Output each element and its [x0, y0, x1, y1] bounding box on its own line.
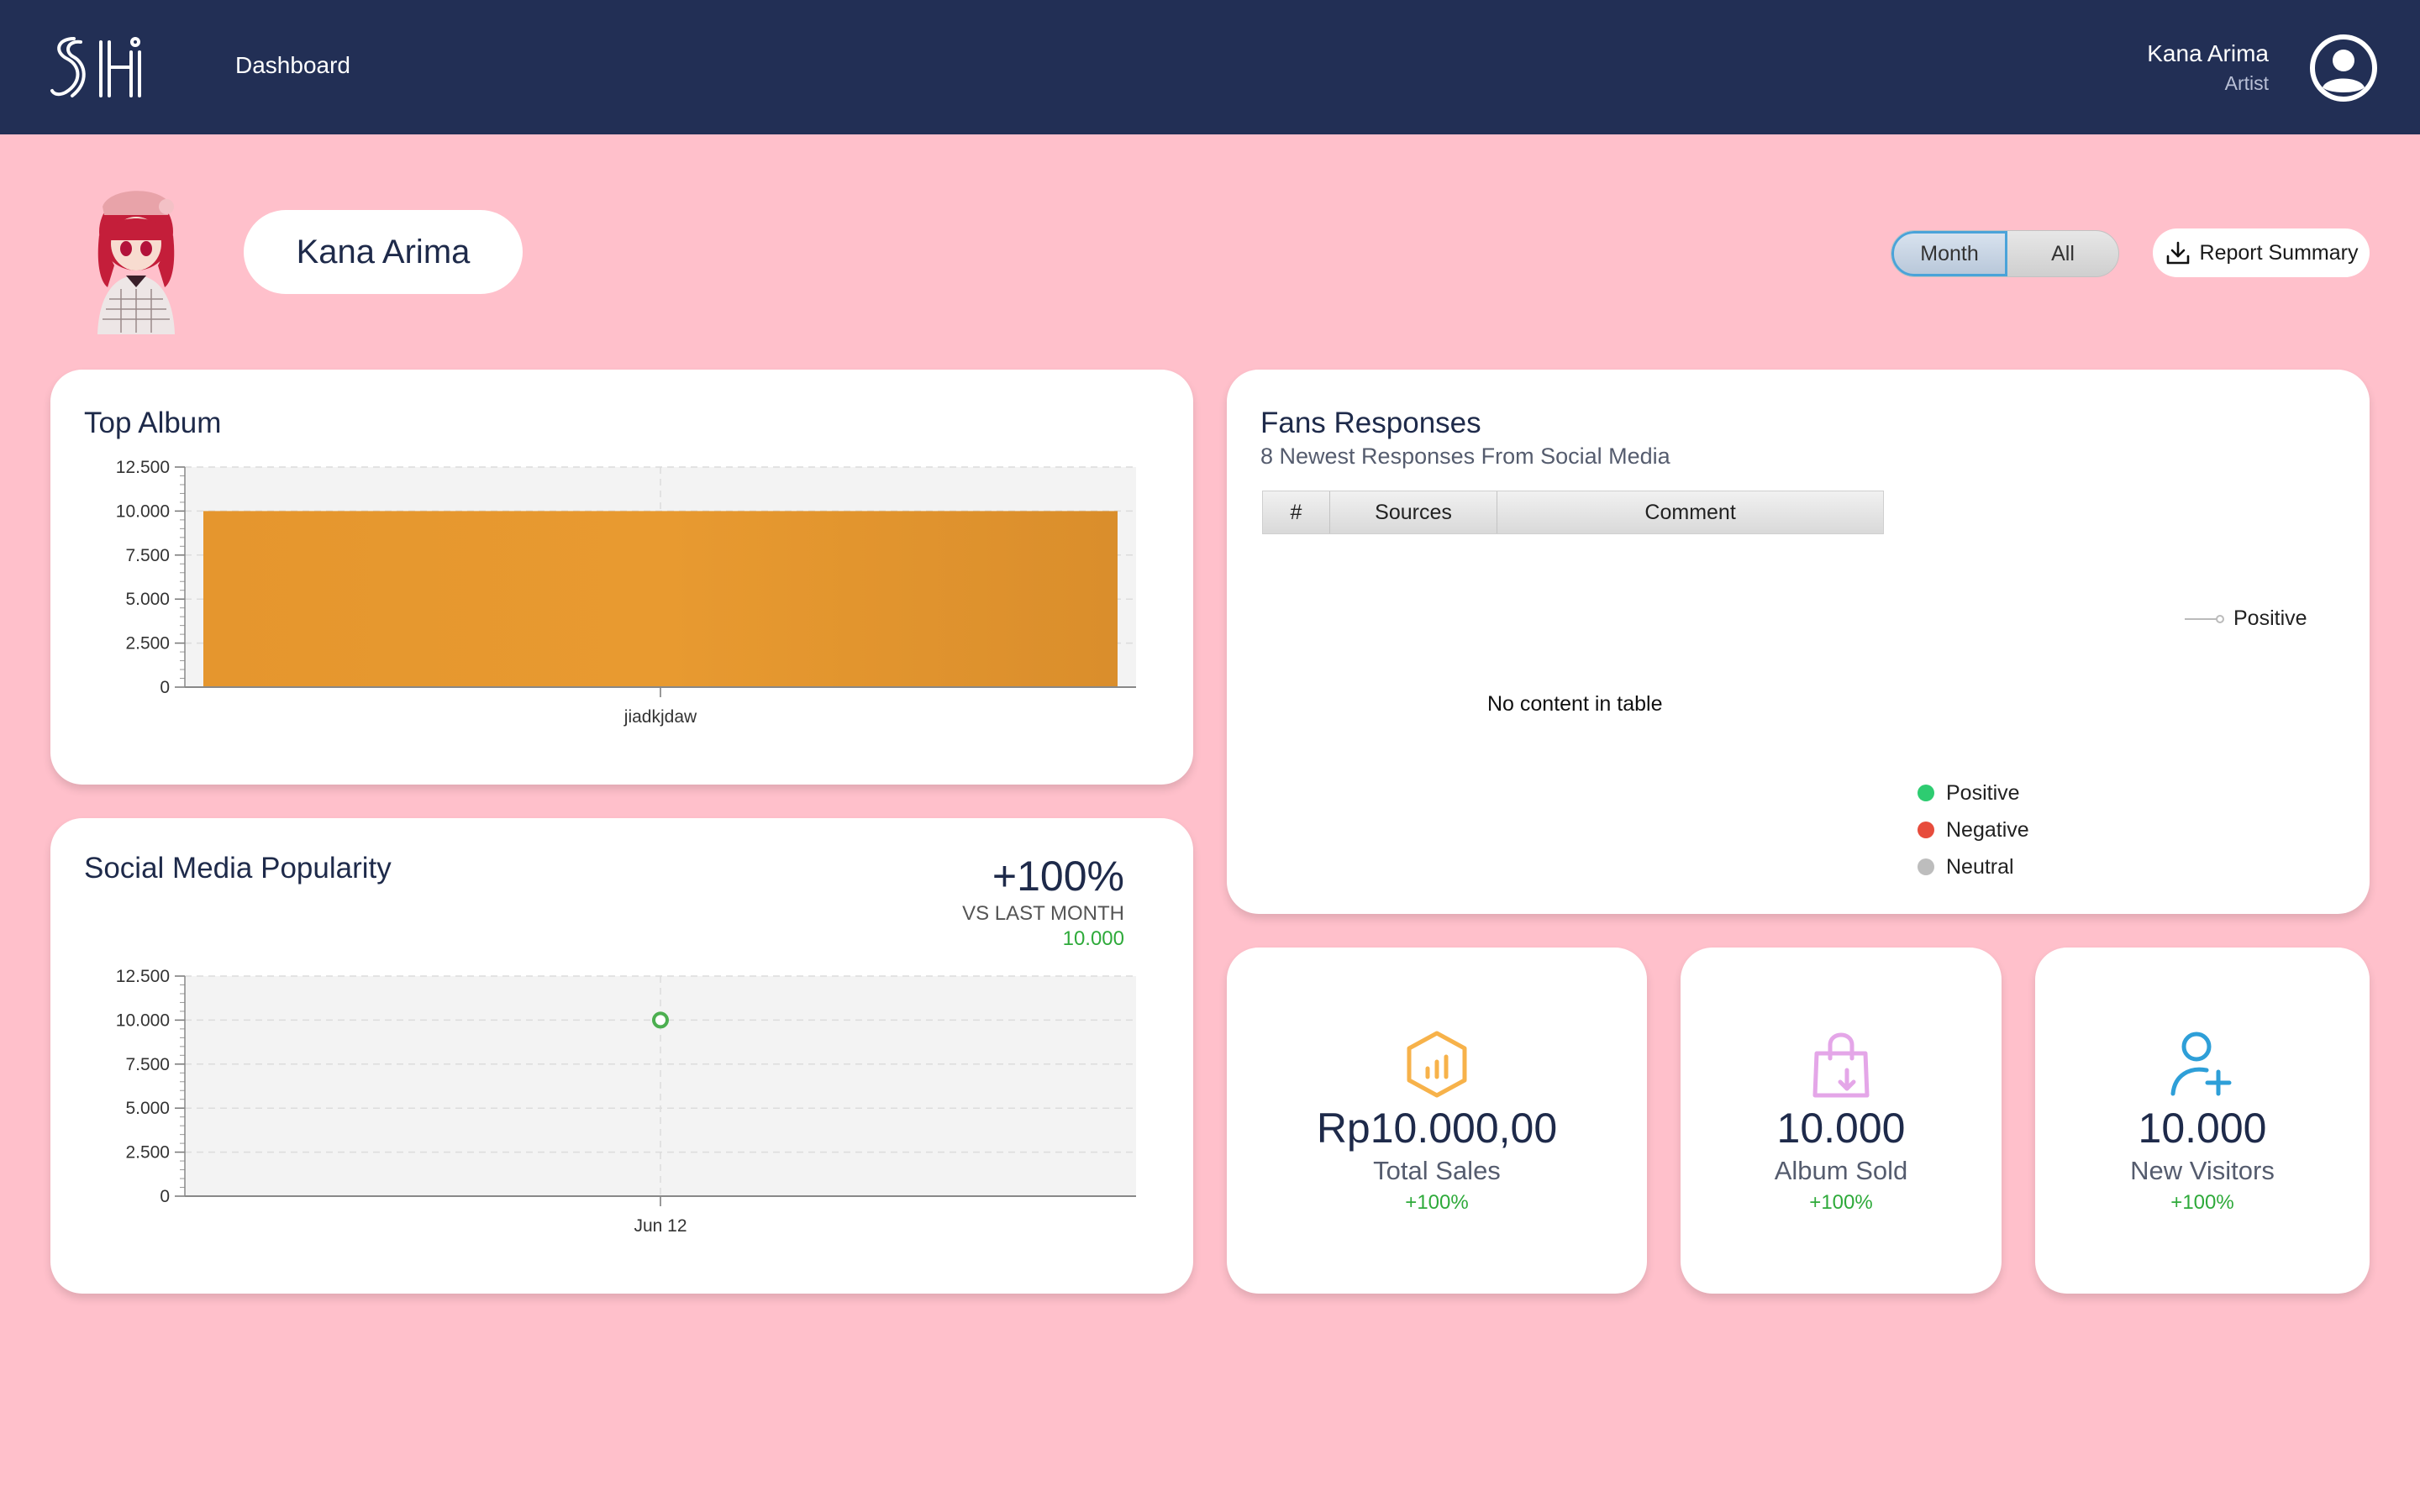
legend-label: Neutral: [1946, 854, 2014, 879]
album-sold-change: +100%: [1809, 1191, 1873, 1214]
artist-avatar: [97, 191, 175, 334]
neutral-dot-icon: [1918, 858, 1934, 875]
y-tick-label: 2.500: [125, 634, 170, 654]
top-navbar: Dashboard Kana Arima Artist: [0, 0, 2420, 134]
top-album-card: Top Album 0 2.500 5.000 7.500 10.000 12.500 ji…: [50, 370, 1193, 785]
app-logo[interactable]: [49, 34, 155, 101]
user-role: Artist: [2224, 72, 2269, 94]
new-visitors-label: New Visitors: [2130, 1156, 2275, 1185]
legend-item-positive[interactable]: Positive: [1918, 774, 2029, 811]
chart-hexagon-icon: [1407, 1031, 1467, 1098]
y-tick-label: 10.000: [116, 501, 170, 521]
fans-responses-card: Fans Responses 8 Newest Responses From S…: [1227, 370, 2370, 914]
total-sales-change: +100%: [1405, 1191, 1469, 1214]
new-visitors-value: 10.000: [2138, 1105, 2267, 1152]
column-header-number[interactable]: #: [1263, 491, 1330, 533]
report-summary-button[interactable]: Report Summary: [2153, 228, 2370, 277]
social-media-card: Social Media Popularity +100% VS LAST MO…: [50, 818, 1193, 1294]
top-album-chart: 0 2.500 5.000 7.500 10.000 12.500 jiadkjdaw: [116, 458, 1136, 727]
negative-dot-icon: [1918, 822, 1934, 838]
user-avatar-icon[interactable]: [2309, 34, 2378, 102]
report-summary-label: Report Summary: [2199, 240, 2359, 265]
line-chart-legend[interactable]: Positive: [2185, 606, 2307, 631]
legend-label: Negative: [1946, 817, 2029, 842]
y-tick-label: 0: [160, 1187, 170, 1206]
x-tick-label: jiadkjdaw: [623, 707, 697, 727]
social-media-chart: 0 2.500 5.000 7.500 10.000 12.500 Jun 12: [116, 967, 1136, 1236]
download-icon: [2166, 241, 2189, 265]
shopping-bag-icon: [1812, 1032, 1870, 1098]
y-tick-label: 0: [160, 678, 170, 697]
empty-table-message: No content in table: [1487, 692, 1663, 716]
total-sales-label: Total Sales: [1373, 1156, 1501, 1185]
total-sales-card: Rp10.000,00 Total Sales +100%: [1227, 948, 1647, 1294]
column-header-comment[interactable]: Comment: [1497, 491, 1883, 533]
album-sold-label: Album Sold: [1774, 1156, 1908, 1185]
album-sold-value: 10.000: [1776, 1105, 1906, 1152]
user-info: Kana Arima Artist: [2147, 40, 2269, 95]
y-tick-label: 7.500: [125, 1055, 170, 1074]
positive-dot-icon: [1918, 785, 1934, 801]
new-visitors-card: 10.000 New Visitors +100%: [2035, 948, 2370, 1294]
data-point: [652, 1011, 669, 1029]
fans-subtitle: 8 Newest Responses From Social Media: [1260, 444, 1670, 469]
y-tick-label: 7.500: [125, 546, 170, 565]
period-toggle: Month All: [1891, 230, 2119, 277]
toggle-all-button[interactable]: All: [2007, 231, 2118, 276]
bar: [203, 511, 1118, 687]
user-name: Kana Arima: [2147, 40, 2269, 66]
y-tick-label: 5.000: [125, 590, 170, 609]
legend-item-neutral[interactable]: Neutral: [1918, 848, 2029, 885]
album-sold-card: 10.000 Album Sold +100%: [1681, 948, 2002, 1294]
artist-name-pill: Kana Arima: [244, 210, 523, 294]
x-tick-label: Jun 12: [634, 1216, 687, 1236]
y-tick-label: 12.500: [116, 458, 170, 477]
column-header-sources[interactable]: Sources: [1330, 491, 1498, 533]
add-user-icon: [2170, 1032, 2232, 1096]
fans-title: Fans Responses: [1260, 407, 1481, 439]
fans-table-header: # Sources Comment: [1262, 491, 1884, 534]
y-tick-label: 2.500: [125, 1143, 170, 1163]
total-sales-value: Rp10.000,00: [1316, 1105, 1558, 1152]
legend-item-negative[interactable]: Negative: [1918, 811, 2029, 848]
y-tick-label: 10.000: [116, 1011, 170, 1030]
legend-line-icon: [2185, 614, 2224, 623]
sentiment-legend: Positive Negative Neutral: [1918, 774, 2029, 885]
nav-dashboard-link[interactable]: Dashboard: [235, 52, 350, 79]
y-tick-label: 12.500: [116, 967, 170, 986]
legend-label: Positive: [1946, 780, 2020, 805]
toggle-month-button[interactable]: Month: [1891, 231, 2007, 276]
y-tick-label: 5.000: [125, 1099, 170, 1118]
new-visitors-change: +100%: [2170, 1191, 2234, 1214]
legend-line-label: Positive: [2233, 606, 2307, 630]
